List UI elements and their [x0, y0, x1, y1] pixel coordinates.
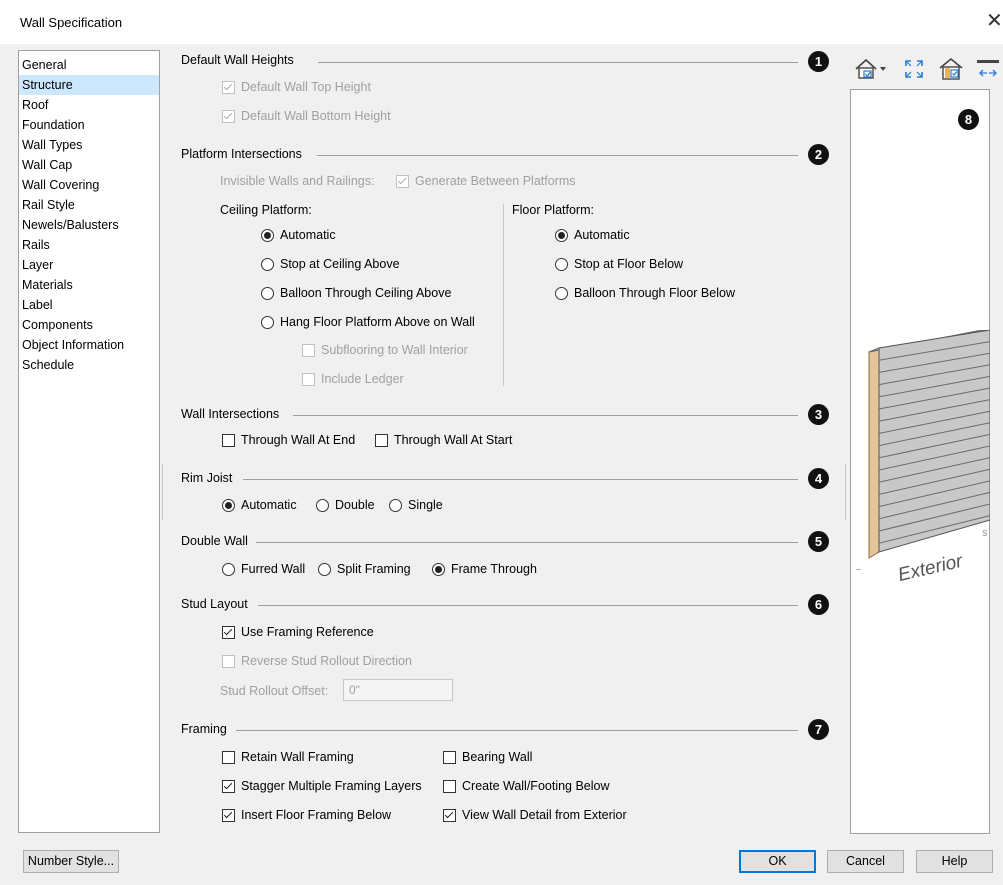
- stagger-framing-layers-checkbox[interactable]: Stagger Multiple Framing Layers: [222, 779, 422, 793]
- sidebar-item-wall-types[interactable]: Wall Types: [19, 135, 159, 155]
- use-framing-reference-checkbox[interactable]: Use Framing Reference: [222, 625, 374, 639]
- side-marker-e: E: [856, 568, 861, 570]
- sidebar-item-wall-cap[interactable]: Wall Cap: [19, 155, 159, 175]
- sidebar-item-schedule[interactable]: Schedule: [19, 355, 159, 375]
- furred-wall-radio[interactable]: Furred Wall: [222, 562, 305, 576]
- reverse-stud-rollout-checkbox: Reverse Stud Rollout Direction: [222, 654, 412, 668]
- divider: [256, 542, 798, 543]
- group-title-stud-layout: Stud Layout: [181, 597, 248, 611]
- retain-wall-framing-checkbox[interactable]: Retain Wall Framing: [222, 750, 354, 764]
- wall-preview-graphic: E S: [856, 330, 990, 570]
- group-title-double-wall: Double Wall: [181, 534, 248, 548]
- divider: [236, 730, 798, 731]
- callout-2: 2: [808, 144, 829, 165]
- rim-double-radio[interactable]: Double: [316, 498, 375, 512]
- divider: [317, 155, 798, 156]
- group-title-wall-intersections: Wall Intersections: [181, 407, 280, 421]
- include-ledger-checkbox: Include Ledger: [302, 372, 404, 386]
- ceiling-stop-radio[interactable]: Stop at Ceiling Above: [261, 257, 400, 271]
- sidebar-item-label[interactable]: Label: [19, 295, 159, 315]
- through-wall-start-checkbox[interactable]: Through Wall At Start: [375, 433, 512, 447]
- sidebar-item-object-information[interactable]: Object Information: [19, 335, 159, 355]
- split-framing-radio[interactable]: Split Framing: [318, 562, 411, 576]
- view-wall-detail-checkbox[interactable]: View Wall Detail from Exterior: [443, 808, 627, 822]
- callout-4: 4: [808, 468, 829, 489]
- callout-6: 6: [808, 594, 829, 615]
- cancel-button[interactable]: Cancel: [827, 850, 904, 873]
- callout-8: 8: [958, 109, 979, 130]
- ceiling-platform-label: Ceiling Platform:: [220, 203, 312, 217]
- frame-through-radio[interactable]: Frame Through: [432, 562, 537, 576]
- reverse-view-icon[interactable]: [976, 58, 1000, 80]
- group-title-platform: Platform Intersections: [181, 147, 302, 161]
- divider: [293, 415, 798, 416]
- divider: [318, 62, 798, 63]
- window-title: Wall Specification: [20, 15, 123, 30]
- ceiling-balloon-radio[interactable]: Balloon Through Ceiling Above: [261, 286, 451, 300]
- number-style-button[interactable]: Number Style...: [23, 850, 119, 873]
- callout-3: 3: [808, 404, 829, 425]
- sidebar-item-layer[interactable]: Layer: [19, 255, 159, 275]
- sidebar-item-structure[interactable]: Structure: [19, 75, 159, 95]
- ceiling-hang-radio[interactable]: Hang Floor Platform Above on Wall: [261, 315, 475, 329]
- invisible-walls-label: Invisible Walls and Railings:: [220, 174, 375, 188]
- sidebar-item-roof[interactable]: Roof: [19, 95, 159, 115]
- through-wall-end-checkbox[interactable]: Through Wall At End: [222, 433, 355, 447]
- exterior-view-icon[interactable]: [938, 56, 964, 82]
- help-button[interactable]: Help: [916, 850, 993, 873]
- default-bottom-height-checkbox: Default Wall Bottom Height: [222, 109, 391, 123]
- sidebar-item-components[interactable]: Components: [19, 315, 159, 335]
- divider: [243, 479, 798, 480]
- divider: [258, 605, 798, 606]
- insert-floor-framing-checkbox[interactable]: Insert Floor Framing Below: [222, 808, 391, 822]
- sidebar-item-newels-balusters[interactable]: Newels/Balusters: [19, 215, 159, 235]
- group-title-rim-joist: Rim Joist: [181, 471, 233, 485]
- title-bar: [0, 0, 1003, 44]
- floor-balloon-radio[interactable]: Balloon Through Floor Below: [555, 286, 735, 300]
- close-icon[interactable]: ✕: [986, 11, 1003, 31]
- view-mode-icon[interactable]: [853, 57, 889, 81]
- group-title-framing: Framing: [181, 722, 227, 736]
- rim-single-radio[interactable]: Single: [389, 498, 443, 512]
- ok-button[interactable]: OK: [739, 850, 816, 873]
- category-list[interactable]: General Structure Roof Foundation Wall Types…: [18, 50, 160, 833]
- callout-5: 5: [808, 531, 829, 552]
- sidebar-item-rail-style[interactable]: Rail Style: [19, 195, 159, 215]
- floor-automatic-radio[interactable]: Automatic: [555, 228, 630, 242]
- divider: [503, 204, 504, 386]
- sidebar-item-materials[interactable]: Materials: [19, 275, 159, 295]
- splitter-handle-left[interactable]: [162, 464, 169, 520]
- callout-1: 1: [808, 51, 829, 72]
- callout-7: 7: [808, 719, 829, 740]
- rim-automatic-radio[interactable]: Automatic: [222, 498, 297, 512]
- bearing-wall-checkbox[interactable]: Bearing Wall: [443, 750, 532, 764]
- group-title-default-heights: Default Wall Heights: [181, 53, 294, 67]
- default-top-height-checkbox: Default Wall Top Height: [222, 80, 371, 94]
- sidebar-item-rails[interactable]: Rails: [19, 235, 159, 255]
- create-wall-footing-checkbox[interactable]: Create Wall/Footing Below: [443, 779, 610, 793]
- sidebar-item-foundation[interactable]: Foundation: [19, 115, 159, 135]
- fill-window-icon[interactable]: [903, 58, 925, 80]
- stud-rollout-offset-input[interactable]: 0": [343, 679, 453, 701]
- floor-stop-radio[interactable]: Stop at Floor Below: [555, 257, 683, 271]
- sidebar-item-wall-covering[interactable]: Wall Covering: [19, 175, 159, 195]
- generate-between-platforms-checkbox: Generate Between Platforms: [396, 174, 576, 188]
- stud-rollout-offset-label: Stud Rollout Offset:: [220, 684, 329, 698]
- sidebar-item-general[interactable]: General: [19, 55, 159, 75]
- ceiling-automatic-radio[interactable]: Automatic: [261, 228, 336, 242]
- subflooring-checkbox: Subflooring to Wall Interior: [302, 343, 468, 357]
- floor-platform-label: Floor Platform:: [512, 203, 594, 217]
- side-marker-s: S: [982, 529, 987, 538]
